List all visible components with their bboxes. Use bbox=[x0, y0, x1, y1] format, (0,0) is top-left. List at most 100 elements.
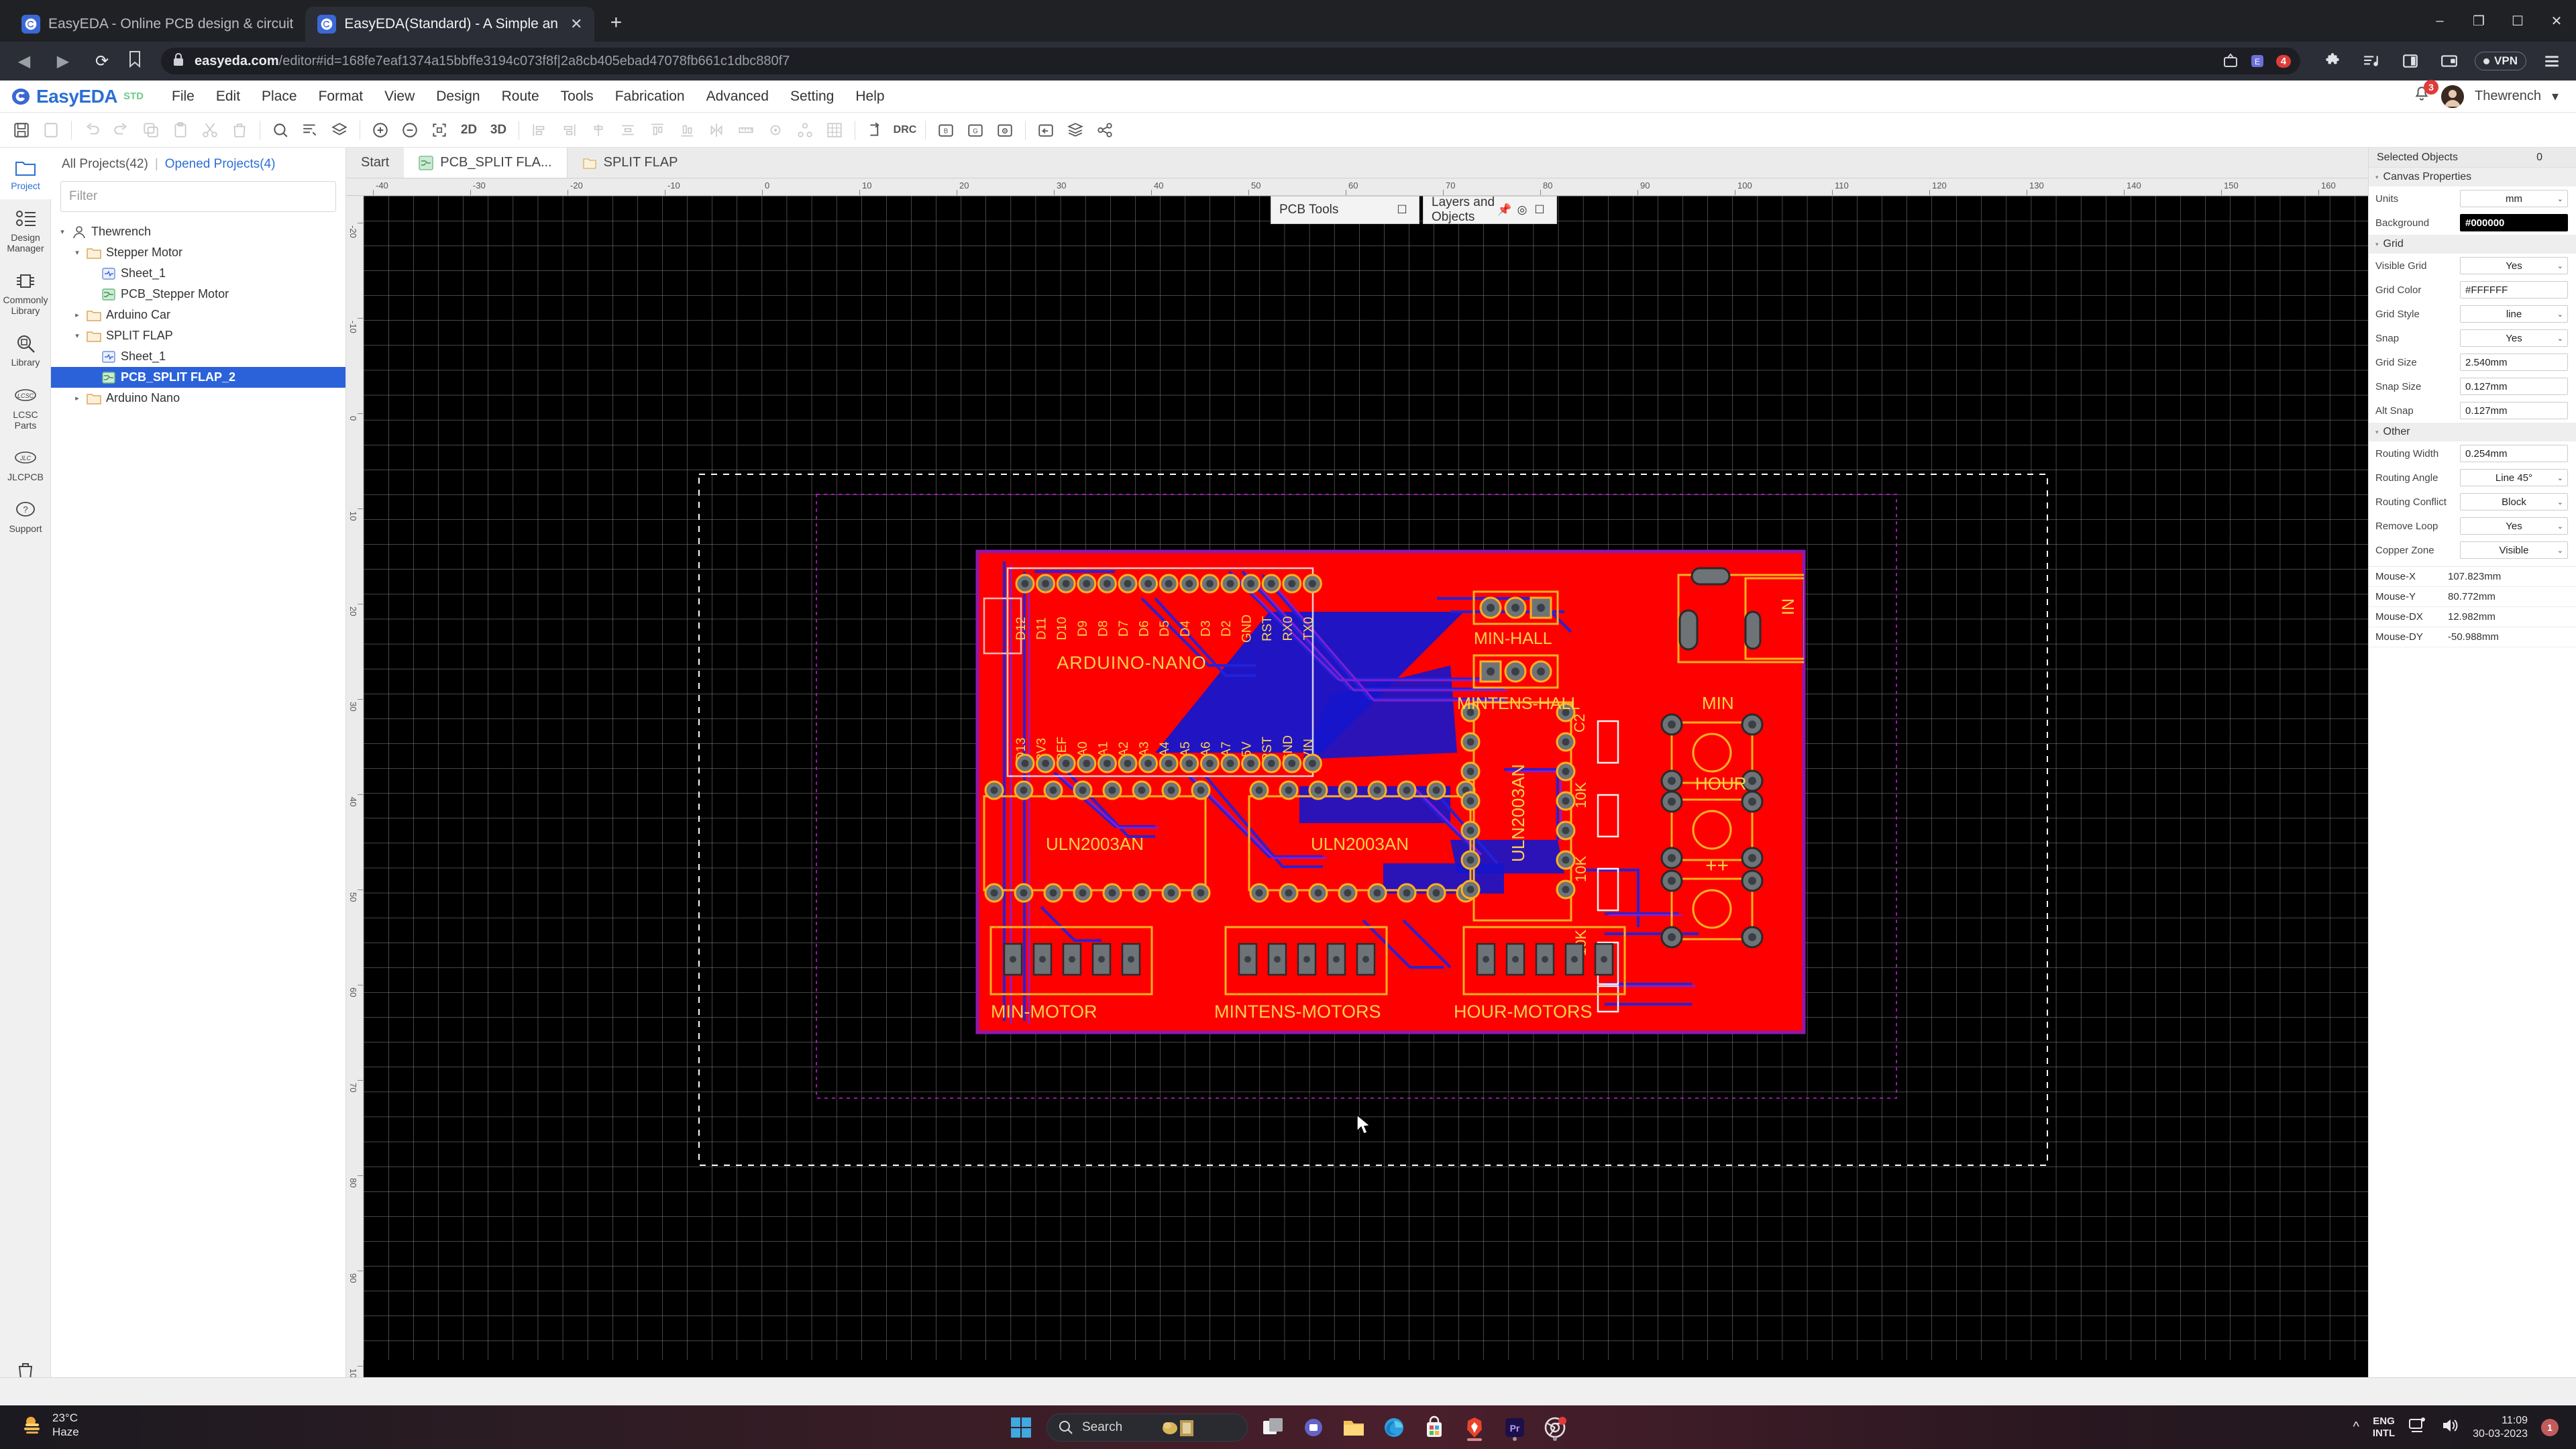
save-as-icon[interactable] bbox=[36, 115, 66, 145]
notifications-bell-icon[interactable]: 3 bbox=[2413, 80, 2439, 107]
menu-route[interactable]: Route bbox=[491, 80, 550, 113]
menu-design[interactable]: Design bbox=[425, 80, 490, 113]
reload-icon[interactable]: ⟳ bbox=[89, 48, 115, 74]
browser-tab-2[interactable]: EasyEDA(Standard) - A Simple an ✕ bbox=[305, 7, 595, 42]
chrome-button[interactable] bbox=[1540, 1413, 1570, 1442]
layer-stack-icon[interactable] bbox=[1061, 115, 1090, 145]
zoom-out-icon[interactable] bbox=[395, 115, 425, 145]
select-visible-grid[interactable]: Yes ⌄ bbox=[2460, 257, 2568, 274]
sidebar-item-jlcpcb[interactable]: JLC JLCPCB bbox=[0, 439, 51, 490]
paste-icon[interactable] bbox=[166, 115, 195, 145]
pick-place-folder-icon[interactable] bbox=[990, 115, 1020, 145]
sidebar-item-design-manager[interactable]: Design Manager bbox=[0, 199, 51, 262]
section-header-other[interactable]: ▾ Other bbox=[2369, 423, 2576, 441]
find-similar-icon[interactable] bbox=[295, 115, 325, 145]
chevron-down-icon[interactable]: ⌄ bbox=[2557, 546, 2563, 555]
distribute-icon[interactable] bbox=[613, 115, 643, 145]
menu-help[interactable]: Help bbox=[845, 80, 895, 113]
vpn-button[interactable]: VPN bbox=[2475, 52, 2526, 70]
tree-item-pcb-stepper-motor[interactable]: PCB_Stepper Motor bbox=[51, 284, 345, 305]
tree-item-thewrench[interactable]: ▾ Thewrench bbox=[51, 221, 345, 242]
maximize-button[interactable]: ☐ bbox=[2498, 2, 2537, 40]
share-icon[interactable] bbox=[2222, 53, 2239, 69]
menu-fabrication[interactable]: Fabrication bbox=[604, 80, 696, 113]
layers-and-objects-panel[interactable]: Layers and Objects 📌 ◎ ☐ bbox=[1423, 195, 1557, 224]
sidebar-item-project[interactable]: Project bbox=[0, 148, 51, 200]
pcb-board-area[interactable]: ARDUINO-NANO D12 D11 D10 D9 D8 D7 D6 D5 D4 D3 D2 GN… bbox=[364, 196, 2368, 1377]
select-units[interactable]: mm ⌄ bbox=[2460, 190, 2568, 207]
tab-split-flap[interactable]: SPLIT FLAP bbox=[568, 148, 693, 178]
filter-input[interactable] bbox=[69, 189, 327, 204]
all-projects-link[interactable]: All Projects(42) bbox=[62, 157, 148, 172]
microsoft-store-button[interactable] bbox=[1419, 1413, 1449, 1442]
layers-icon[interactable] bbox=[325, 115, 354, 145]
bookmark-icon[interactable] bbox=[127, 50, 142, 72]
tree-caret-icon[interactable]: ▾ bbox=[58, 227, 67, 236]
drc-button[interactable]: DRC bbox=[890, 115, 920, 145]
input-background[interactable]: #000000 bbox=[2460, 214, 2568, 231]
fit-to-screen-icon[interactable] bbox=[425, 115, 454, 145]
delete-icon[interactable] bbox=[225, 115, 254, 145]
chevron-down-icon[interactable]: ▾ bbox=[2552, 88, 2559, 105]
sidebar-item-library[interactable]: Library bbox=[0, 324, 51, 376]
pcb-tools-panel[interactable]: PCB Tools ☐ bbox=[1271, 196, 1419, 224]
collapse-caret-icon[interactable]: ▾ bbox=[2375, 241, 2379, 248]
tree-item-sheet-1[interactable]: Sheet_1 bbox=[51, 263, 345, 284]
filter-box[interactable] bbox=[60, 181, 336, 212]
user-name[interactable]: Thewrench bbox=[2475, 89, 2541, 104]
clock[interactable]: 11:09 30-03-2023 bbox=[2473, 1414, 2528, 1441]
tree-caret-icon[interactable]: ▾ bbox=[72, 248, 82, 257]
align-center-icon[interactable] bbox=[584, 115, 613, 145]
address-bar[interactable]: easyeda.com/editor#id=168fe7eaf1374a15bb… bbox=[161, 48, 2301, 74]
volume-icon[interactable] bbox=[2440, 1417, 2459, 1438]
sidebar-item-lcsc-parts[interactable]: LCSC LCSC Parts bbox=[0, 376, 51, 439]
zoom-in-icon[interactable] bbox=[366, 115, 395, 145]
measure-icon[interactable] bbox=[731, 115, 761, 145]
tree-item-arduino-nano[interactable]: ▸ Arduino Nano bbox=[51, 388, 345, 409]
import-icon[interactable] bbox=[1031, 115, 1061, 145]
undo-icon[interactable] bbox=[77, 115, 107, 145]
align-top-icon[interactable] bbox=[643, 115, 672, 145]
tree-caret-icon[interactable]: ▾ bbox=[72, 331, 82, 340]
restore-button[interactable]: ❐ bbox=[2459, 2, 2498, 40]
tab-pcb-split-flap[interactable]: PCB_SPLIT FLA... bbox=[404, 148, 568, 178]
menu-file[interactable]: File bbox=[161, 80, 205, 113]
pcb-board[interactable]: ARDUINO-NANO D12 D11 D10 D9 D8 D7 D6 D5 D4 D3 D2 GN… bbox=[975, 549, 1806, 1034]
tree-caret-icon[interactable]: ▸ bbox=[72, 311, 82, 319]
menu-format[interactable]: Format bbox=[308, 80, 374, 113]
save-icon[interactable] bbox=[7, 115, 36, 145]
select-snap[interactable]: Yes ⌄ bbox=[2460, 329, 2568, 347]
back-icon[interactable]: ◀ bbox=[11, 48, 38, 74]
task-view-button[interactable] bbox=[1258, 1413, 1288, 1442]
select-grid-style[interactable]: line ⌄ bbox=[2460, 305, 2568, 323]
taskbar-search[interactable]: Search bbox=[1046, 1413, 1248, 1442]
input-grid-color[interactable]: #FFFFFF bbox=[2460, 281, 2568, 299]
maximize-icon[interactable]: ☐ bbox=[1393, 201, 1411, 219]
via-icon[interactable] bbox=[761, 115, 790, 145]
collapse-caret-icon[interactable]: ▾ bbox=[2375, 174, 2379, 181]
sidebar-item-commonly-library[interactable]: Commonly Library bbox=[0, 262, 51, 324]
align-left-icon[interactable] bbox=[525, 115, 554, 145]
view-2d-button[interactable]: 2D bbox=[454, 115, 484, 145]
share-icon[interactable] bbox=[1090, 115, 1120, 145]
puzzle-extensions-icon[interactable] bbox=[2319, 48, 2346, 74]
forward-icon[interactable]: ▶ bbox=[50, 48, 76, 74]
browser-tab-1[interactable]: EasyEDA - Online PCB design & circuit bbox=[9, 7, 306, 42]
input-alt-snap[interactable]: 0.127mm bbox=[2460, 402, 2568, 419]
search-icon[interactable] bbox=[266, 115, 295, 145]
input-grid-size[interactable]: 2.540mm bbox=[2460, 354, 2568, 371]
menu-tools[interactable]: Tools bbox=[550, 80, 604, 113]
align-bottom-icon[interactable] bbox=[672, 115, 702, 145]
select-remove-loop[interactable]: Yes ⌄ bbox=[2460, 517, 2568, 535]
menu-place[interactable]: Place bbox=[251, 80, 308, 113]
language-indicator[interactable]: ENG INTL bbox=[2373, 1415, 2395, 1440]
playlist-icon[interactable] bbox=[2358, 48, 2385, 74]
chevron-down-icon[interactable]: ⌄ bbox=[2557, 334, 2563, 343]
panelize-icon[interactable] bbox=[820, 115, 849, 145]
flip-icon[interactable] bbox=[702, 115, 731, 145]
sidebar-item-support[interactable]: ? Support bbox=[0, 490, 51, 542]
wallet-icon[interactable] bbox=[2436, 48, 2463, 74]
collapse-caret-icon[interactable]: ▾ bbox=[2375, 429, 2379, 436]
target-icon[interactable]: ◎ bbox=[1513, 201, 1531, 219]
network-icon[interactable] bbox=[2408, 1417, 2427, 1438]
